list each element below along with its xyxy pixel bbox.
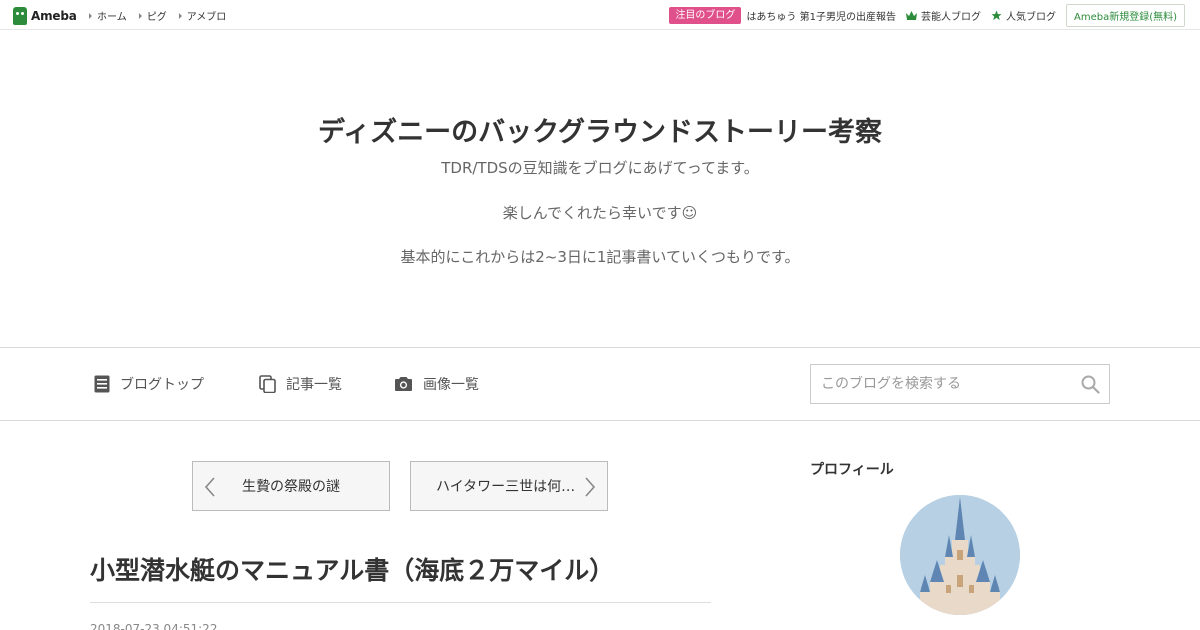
camera-icon <box>395 377 412 391</box>
next-article-title: ハイタワー三世は何… <box>436 479 576 495</box>
signup-button[interactable]: Ameba新規登録(無料) <box>1065 3 1185 27</box>
celebrity-blog-link[interactable]: 芸能人ブログ <box>905 8 981 23</box>
article-divider <box>90 602 711 603</box>
blog-search-input[interactable] <box>811 376 1071 392</box>
nav-image-list[interactable]: 画像一覧 <box>394 374 479 394</box>
nav-blog-top[interactable]: ブログトップ <box>94 374 204 394</box>
nav-image-list-label: 画像一覧 <box>423 377 479 393</box>
blog-nav-bar: ブログトップ 記事一覧 画像一覧 <box>0 347 1200 421</box>
blog-description-line: TDR/TDSの豆知識をブログにあげてってます。 <box>441 159 759 177</box>
ameba-logo-text: Ameba <box>31 8 77 23</box>
chevron-right-icon <box>585 477 596 497</box>
ameba-header-bar: Ameba ホーム ピグ アメブロ 注目のブログ はあちゅう 第1子男児の出産報… <box>0 0 1200 30</box>
ameba-logo[interactable]: Ameba <box>13 6 77 25</box>
nav-link-home[interactable]: ホーム <box>89 8 127 23</box>
header-right: 注目のブログ はあちゅう 第1子男児の出産報告 芸能人ブログ 人気ブログ Ame… <box>669 0 1200 30</box>
nav-link-ameblo[interactable]: アメブロ <box>178 8 227 23</box>
star-icon <box>991 9 1002 20</box>
featured-blog-link[interactable]: はあちゅう 第1子男児の出産報告 <box>746 8 896 23</box>
article-date: 2018-07-23 04:51:22 <box>90 622 218 630</box>
nav-link-label: ホーム <box>97 12 127 23</box>
search-icon[interactable] <box>1081 375 1100 394</box>
featured-blog-badge: 注目のブログ <box>669 6 742 24</box>
popular-blog-link[interactable]: 人気ブログ <box>991 8 1056 23</box>
avatar[interactable] <box>900 495 1020 615</box>
next-article-button[interactable]: ハイタワー三世は何… <box>410 461 608 511</box>
celebrity-blog-label: 芸能人ブログ <box>920 11 981 23</box>
blog-description-line: 楽しんでくれたら幸いです☺︎ <box>502 204 698 222</box>
chevron-left-icon <box>204 477 215 497</box>
nav-article-list[interactable]: 記事一覧 <box>259 374 342 394</box>
copy-icon <box>259 375 276 393</box>
castle-image <box>900 495 1020 615</box>
nav-link-label: ピグ <box>146 12 167 23</box>
global-nav: ホーム ピグ アメブロ <box>89 8 238 23</box>
popular-blog-label: 人気ブログ <box>1005 11 1056 23</box>
triangle-icon <box>89 12 92 19</box>
nav-link-pigg[interactable]: ピグ <box>138 8 167 23</box>
document-icon <box>94 375 110 393</box>
prev-article-title: 生贄の祭殿の謎 <box>242 479 340 495</box>
triangle-icon <box>138 12 142 19</box>
profile-heading: プロフィール <box>810 462 894 478</box>
blog-search-box <box>810 364 1110 404</box>
ameba-logo-icon <box>13 6 27 25</box>
nav-link-label: アメブロ <box>186 12 227 23</box>
blog-description-line: 基本的にこれからは2~3日に1記事書いていくつもりです。 <box>400 248 800 266</box>
nav-blog-top-label: ブログトップ <box>120 377 204 393</box>
triangle-icon <box>178 12 182 19</box>
prev-article-button[interactable]: 生贄の祭殿の謎 <box>192 461 390 511</box>
nav-article-list-label: 記事一覧 <box>286 377 342 393</box>
crown-icon <box>905 10 917 20</box>
blog-title[interactable]: ディズニーのバックグラウンドストーリー考察 <box>0 110 1200 149</box>
article-title[interactable]: 小型潜水艇のマニュアル書（海底２万マイル） <box>90 551 614 587</box>
